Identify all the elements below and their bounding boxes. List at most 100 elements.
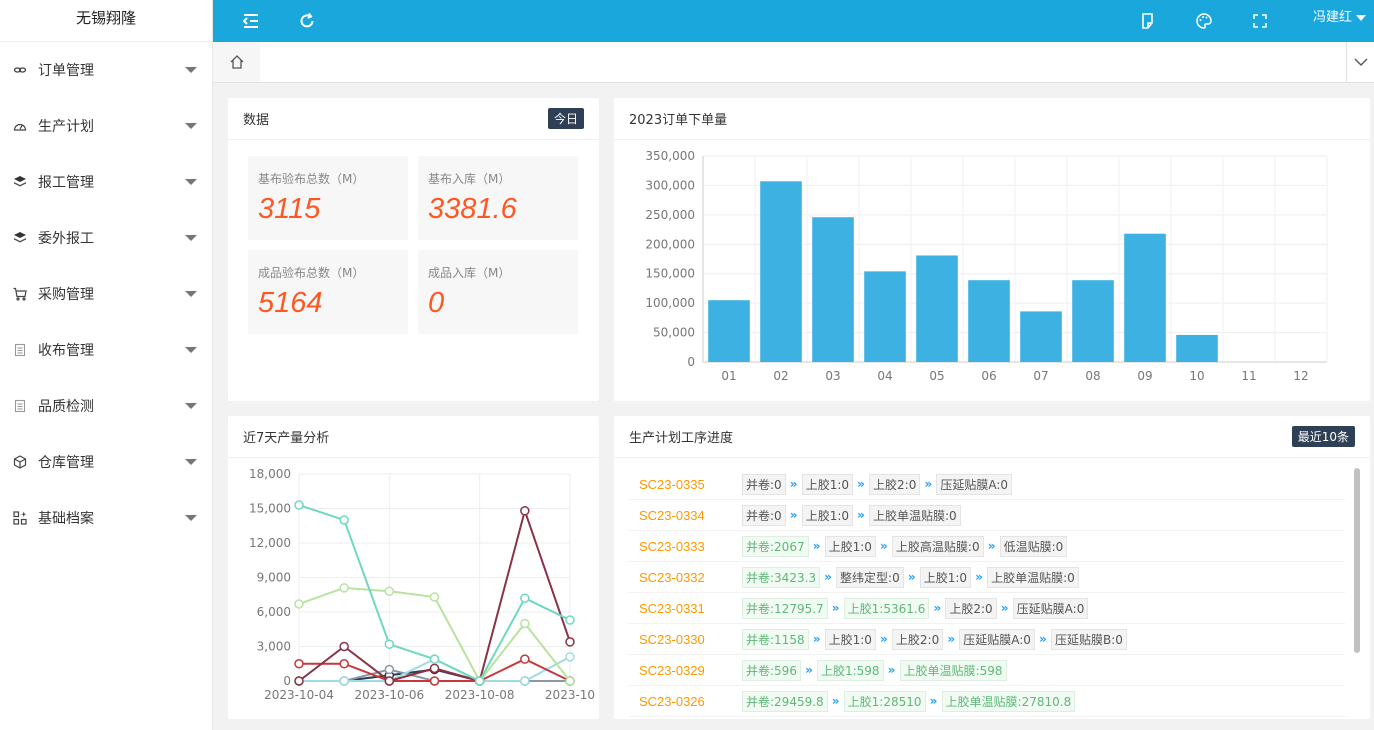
y-tick-label: 250,000 — [645, 208, 695, 222]
process-step: 上胶2:0 — [891, 628, 944, 650]
double-chevron-icon: » — [805, 663, 813, 677]
data-point — [474, 676, 485, 686]
data-point — [384, 664, 395, 675]
data-point — [339, 515, 349, 525]
process-step: 并卷:12795.7 — [742, 597, 828, 619]
bar — [812, 217, 854, 362]
x-tick-label: 04 — [877, 369, 892, 383]
process-step: 并卷:0 — [742, 504, 786, 526]
step-list: 并卷:0» 上胶1:0» 上胶2:0» 压延贴膜A:0 — [742, 473, 1013, 495]
y-tick-label: 350,000 — [645, 149, 695, 163]
process-step: 整纬定型:0 — [836, 566, 904, 588]
tab-more-button[interactable] — [1346, 42, 1374, 82]
sidebar-item[interactable]: 订单管理 — [0, 42, 212, 98]
data-point — [339, 641, 349, 652]
plan-code[interactable]: SC23-0331 — [629, 601, 742, 616]
data-point — [429, 654, 440, 664]
double-chevron-icon: » — [1039, 632, 1047, 646]
progress-row: SC23-0333 并卷:2067» 上胶1:0» 上胶高温贴膜:0» 低温贴膜:0 — [629, 531, 1345, 562]
sidebar-item[interactable]: 生产计划 — [0, 98, 212, 154]
progress-row: SC23-0335 并卷:0» 上胶1:0» 上胶2:0» 压延贴膜A:0 — [629, 469, 1345, 500]
layers-icon — [13, 231, 27, 245]
process-step: 压延贴膜A:0 — [959, 628, 1035, 650]
data-point — [294, 659, 304, 669]
chevron-down-icon — [185, 123, 197, 129]
home-tab[interactable] — [213, 42, 260, 82]
data-point — [429, 676, 440, 686]
note-icon[interactable] — [1137, 10, 1159, 32]
chevron-down-icon — [185, 515, 197, 521]
sidebar-item[interactable]: 收布管理 — [0, 322, 212, 378]
fullscreen-icon[interactable] — [1249, 10, 1271, 32]
data-point — [384, 639, 395, 649]
trend-chart-card: 近7天产量分析 0 3,000 6,000 9,000 12,000 15,000 18,0… — [228, 416, 599, 719]
plan-code[interactable]: SC23-0330 — [629, 632, 742, 647]
sidebar-item[interactable]: 品质检测 — [0, 378, 212, 434]
stat-label: 成品入库（M） — [428, 266, 511, 280]
process-step: 上胶1:5361.6 — [843, 597, 930, 619]
x-tick-label: 11 — [1241, 369, 1256, 383]
user-menu[interactable]: 冯建红 — [1313, 0, 1368, 42]
bar — [1072, 280, 1114, 362]
plan-code[interactable]: SC23-0326 — [629, 694, 742, 709]
y-tick-label: 12,000 — [249, 536, 291, 550]
progress-title: 生产计划工序进度 — [629, 431, 734, 446]
process-step: 上胶1:598 — [816, 659, 884, 681]
brand-title: 无锡翔隆 — [0, 0, 212, 42]
plan-code[interactable]: SC23-0329 — [629, 663, 742, 678]
sidebar-item-label: 仓库管理 — [38, 455, 94, 471]
sidebar-item[interactable]: 仓库管理 — [0, 434, 212, 490]
process-step: 上胶1:0 — [824, 628, 876, 650]
step-list: 并卷:29459.8» 上胶1:28510» 上胶单温贴膜:27810.8 — [742, 690, 1076, 712]
data-point — [520, 618, 530, 629]
progress-row: SC23-0332 并卷:3423.3» 整纬定型:0» 上胶1:0» 上胶单温贴膜:0 — [629, 562, 1345, 593]
chevron-down-icon — [1354, 58, 1367, 66]
sidebar-item-label: 生产计划 — [38, 119, 94, 135]
plan-code[interactable]: SC23-0335 — [629, 477, 742, 492]
process-step: 并卷:1158 — [742, 628, 809, 650]
step-list: 并卷:3423.3» 整纬定型:0» 上胶1:0» 上胶单温贴膜:0 — [742, 566, 1079, 588]
chevron-down-icon — [185, 403, 197, 409]
stat-label: 基布入库（M） — [428, 172, 511, 186]
data-point — [294, 500, 304, 510]
data-point — [520, 506, 530, 516]
x-tick-label: 12 — [1293, 369, 1308, 383]
sidebar-item[interactable]: 报工管理 — [0, 154, 212, 210]
plan-code[interactable]: SC23-0333 — [629, 539, 742, 554]
trend-chart-title: 近7天产量分析 — [243, 431, 330, 446]
refresh-icon[interactable] — [296, 10, 318, 32]
bar — [760, 181, 802, 362]
stat-tile: 成品验布总数（M） 5164 — [248, 250, 408, 334]
process-step: 上胶2:0 — [945, 597, 997, 619]
chevron-down-icon — [185, 67, 197, 73]
y-tick-label: 0 — [283, 674, 291, 688]
dashboard-icon — [13, 119, 27, 133]
sidebar-item[interactable]: 委外报工 — [0, 210, 212, 266]
double-chevron-icon: » — [924, 477, 933, 491]
step-list: 并卷:1158» 上胶1:0» 上胶2:0» 压延贴膜A:0» 压延贴膜B:0 — [742, 628, 1127, 650]
plan-code[interactable]: SC23-0332 — [629, 570, 742, 585]
palette-icon[interactable] — [1193, 10, 1215, 32]
y-tick-label: 15,000 — [249, 502, 291, 516]
orders-chart-title: 2023订单下单量 — [629, 113, 728, 128]
y-tick-label: 0 — [687, 355, 695, 369]
progress-row: SC23-0331 并卷:12795.7» 上胶1:5361.6» 上胶2:0» 压延贴… — [629, 593, 1345, 624]
plan-code[interactable]: SC23-0334 — [629, 508, 742, 523]
bar — [1124, 233, 1166, 362]
data-point — [520, 593, 530, 603]
sidebar-item-label: 采购管理 — [38, 287, 94, 303]
double-chevron-icon: » — [824, 570, 832, 584]
stat-tile: 基布验布总数（M） 3115 — [248, 156, 408, 240]
process-step: 上胶高温贴膜:0 — [891, 535, 984, 557]
y-tick-label: 18,000 — [249, 467, 291, 481]
sidebar-item[interactable]: 基础档案 — [0, 490, 212, 546]
menu-fold-icon[interactable] — [240, 10, 262, 32]
data-point — [339, 583, 349, 593]
sidebar-item-label: 委外报工 — [38, 231, 94, 247]
process-step: 并卷:29459.8 — [742, 690, 828, 712]
y-tick-label: 150,000 — [645, 267, 695, 281]
double-chevron-icon: » — [857, 508, 865, 522]
scrollbar[interactable] — [1354, 468, 1360, 653]
sidebar-item[interactable]: 采购管理 — [0, 266, 212, 322]
chevron-down-icon — [1356, 15, 1366, 21]
